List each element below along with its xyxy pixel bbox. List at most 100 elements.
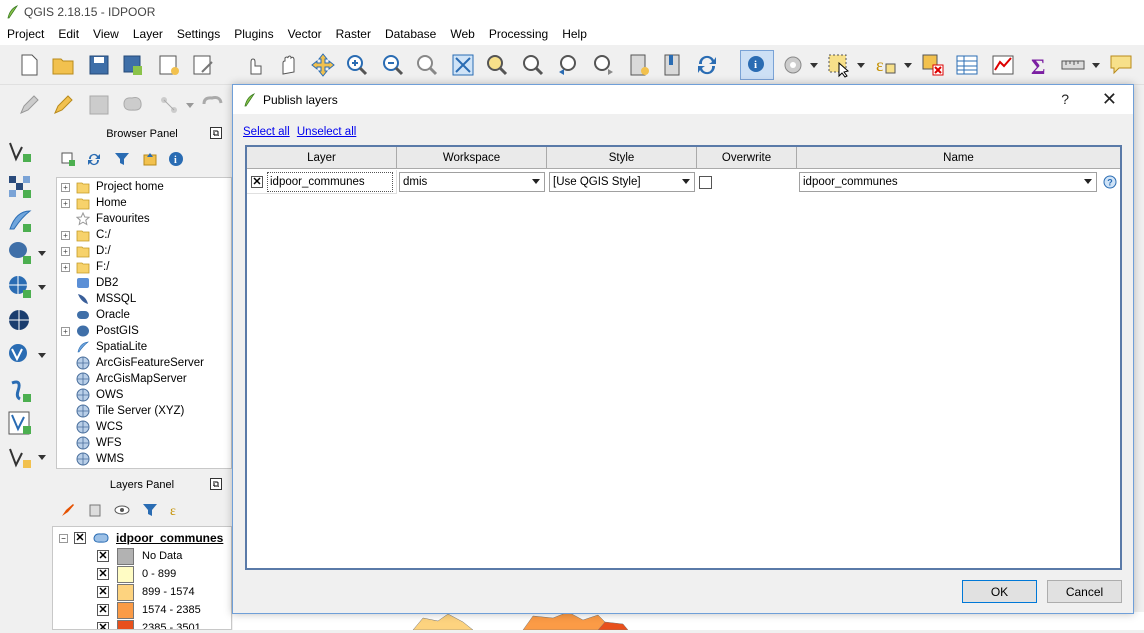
menu-web[interactable]: Web [443,24,481,45]
cancel-button[interactable]: Cancel [1047,580,1122,603]
layer-name-cell[interactable]: idpoor_communes [267,171,393,192]
column-header-layer[interactable]: Layer [247,147,397,169]
menu-settings[interactable]: Settings [170,24,227,45]
composer-manager-icon[interactable] [190,52,216,78]
filter-by-expression-icon[interactable]: ε [168,502,184,518]
pan-map-icon[interactable] [276,52,302,78]
layer-row[interactable]: − ✕ idpoor_communes [53,529,223,547]
add-postgis-layer-icon[interactable] [6,239,34,267]
browser-item[interactable]: + Home [57,195,127,211]
add-raster-layer-icon[interactable] [6,173,34,201]
menu-vector[interactable]: Vector [281,24,329,45]
legend-item[interactable]: ✕ 2385 - 3501 [97,619,201,629]
manage-map-themes-icon[interactable] [114,502,130,518]
publish-layer-checkbox[interactable]: ✕ [251,175,263,188]
legend-item-checkbox[interactable]: ✕ [97,604,109,616]
toolbar-dropdown-arrow-icon[interactable] [186,103,194,108]
close-icon[interactable]: ✕ [1102,89,1117,110]
zoom-full-icon[interactable] [450,52,476,78]
add-group-icon[interactable] [88,502,104,518]
collapse-layer-icon[interactable]: − [59,533,68,543]
expand-icon[interactable]: + [61,230,70,240]
panel-float-icon[interactable]: ⧉ [210,127,222,139]
workspace-select[interactable]: dmis [399,172,545,192]
zoom-next-icon[interactable] [590,52,616,78]
touch-zoom-icon[interactable] [242,52,268,78]
browser-item[interactable]: WMS [57,451,124,467]
rail-dropdown-arrow-icon[interactable] [38,251,46,256]
zoom-to-selection-icon[interactable] [484,52,510,78]
save-project-icon[interactable] [86,52,112,78]
browser-item[interactable]: + Project home [57,179,164,195]
measure-line-icon[interactable] [1060,52,1086,78]
ok-button[interactable]: OK [962,580,1037,603]
legend-item[interactable]: ✕ 1574 - 2385 [97,601,201,619]
layer-visibility-checkbox[interactable]: ✕ [74,532,86,544]
column-header-style[interactable]: Style [547,147,697,169]
browser-item[interactable]: ArcGisMapServer [57,371,187,387]
add-wms-layer-icon[interactable] [6,273,34,301]
unselect-all-link[interactable]: Unselect all [297,126,356,138]
browser-item[interactable]: + D:/ [57,243,111,259]
toolbar-dropdown-arrow-icon[interactable] [810,63,818,68]
menu-processing[interactable]: Processing [482,24,555,45]
add-selected-layers-icon[interactable] [60,151,76,167]
browser-item[interactable]: SpatiaLite [57,339,147,355]
rail-dropdown-arrow-icon[interactable] [38,285,46,290]
refresh-icon[interactable] [694,52,720,78]
select-by-expression-icon[interactable]: ε [872,52,898,78]
legend-item-checkbox[interactable]: ✕ [97,550,109,562]
browser-item[interactable]: DB2 [57,275,118,291]
help-icon[interactable]: ? [1103,175,1117,189]
toolbar-dropdown-arrow-icon[interactable] [904,63,912,68]
toggle-editing-icon[interactable] [50,92,76,118]
filter-legend-icon[interactable] [142,502,158,518]
identify-features-icon[interactable]: i [744,52,770,78]
menu-help[interactable]: Help [555,24,594,45]
menu-edit[interactable]: Edit [51,24,86,45]
add-delimited-text-layer-icon[interactable] [6,207,34,235]
name-select[interactable]: idpoor_communes [799,172,1097,192]
browser-item[interactable]: + C:/ [57,227,111,243]
zoom-last-icon[interactable] [556,52,582,78]
browser-item[interactable]: Tile Server (XYZ) [57,403,184,419]
save-as-icon[interactable] [120,52,146,78]
save-edits-disabled-icon[interactable] [86,92,112,118]
properties-info-icon[interactable]: i [168,151,184,167]
zoom-native-icon[interactable] [414,52,440,78]
legend-item[interactable]: ✕ 0 - 899 [97,565,176,583]
column-header-overwrite[interactable]: Overwrite [697,147,797,169]
column-header-name[interactable]: Name [797,147,1120,169]
expand-icon[interactable]: + [61,262,70,272]
open-project-icon[interactable] [50,52,76,78]
new-project-icon[interactable] [16,52,42,78]
browser-item[interactable]: + PostGIS [57,323,139,339]
select-all-link[interactable]: Select all [243,126,290,138]
edit-pencil-disabled-icon[interactable] [16,92,42,118]
show-bookmarks-icon[interactable] [660,52,686,78]
new-print-composer-icon[interactable] [156,52,182,78]
expand-icon[interactable]: + [61,198,70,208]
menu-database[interactable]: Database [378,24,443,45]
select-features-icon[interactable] [826,52,852,78]
menu-raster[interactable]: Raster [329,24,378,45]
style-select[interactable]: [Use QGIS Style] [549,172,695,192]
expand-icon[interactable]: + [61,182,70,192]
add-virtual-layer-icon[interactable] [6,377,34,405]
menu-project[interactable]: Project [0,24,51,45]
zoom-out-icon[interactable] [380,52,406,78]
browser-item[interactable]: ArcGisFeatureServer [57,355,204,371]
collapse-all-icon[interactable] [142,151,158,167]
field-calculator-icon[interactable]: Σ [1026,52,1052,78]
legend-item-checkbox[interactable]: ✕ [97,568,109,580]
zoom-in-icon[interactable] [344,52,370,78]
browser-item[interactable]: Oracle [57,307,130,323]
rail-dropdown-arrow-icon[interactable] [38,353,46,358]
statistical-summary-icon[interactable] [990,52,1016,78]
zoom-to-layer-icon[interactable] [520,52,546,78]
legend-item[interactable]: ✕ 899 - 1574 [97,583,195,601]
menu-layer[interactable]: Layer [126,24,170,45]
browser-item[interactable]: OWS [57,387,123,403]
pan-to-selection-icon[interactable] [310,52,336,78]
menu-plugins[interactable]: Plugins [227,24,280,45]
